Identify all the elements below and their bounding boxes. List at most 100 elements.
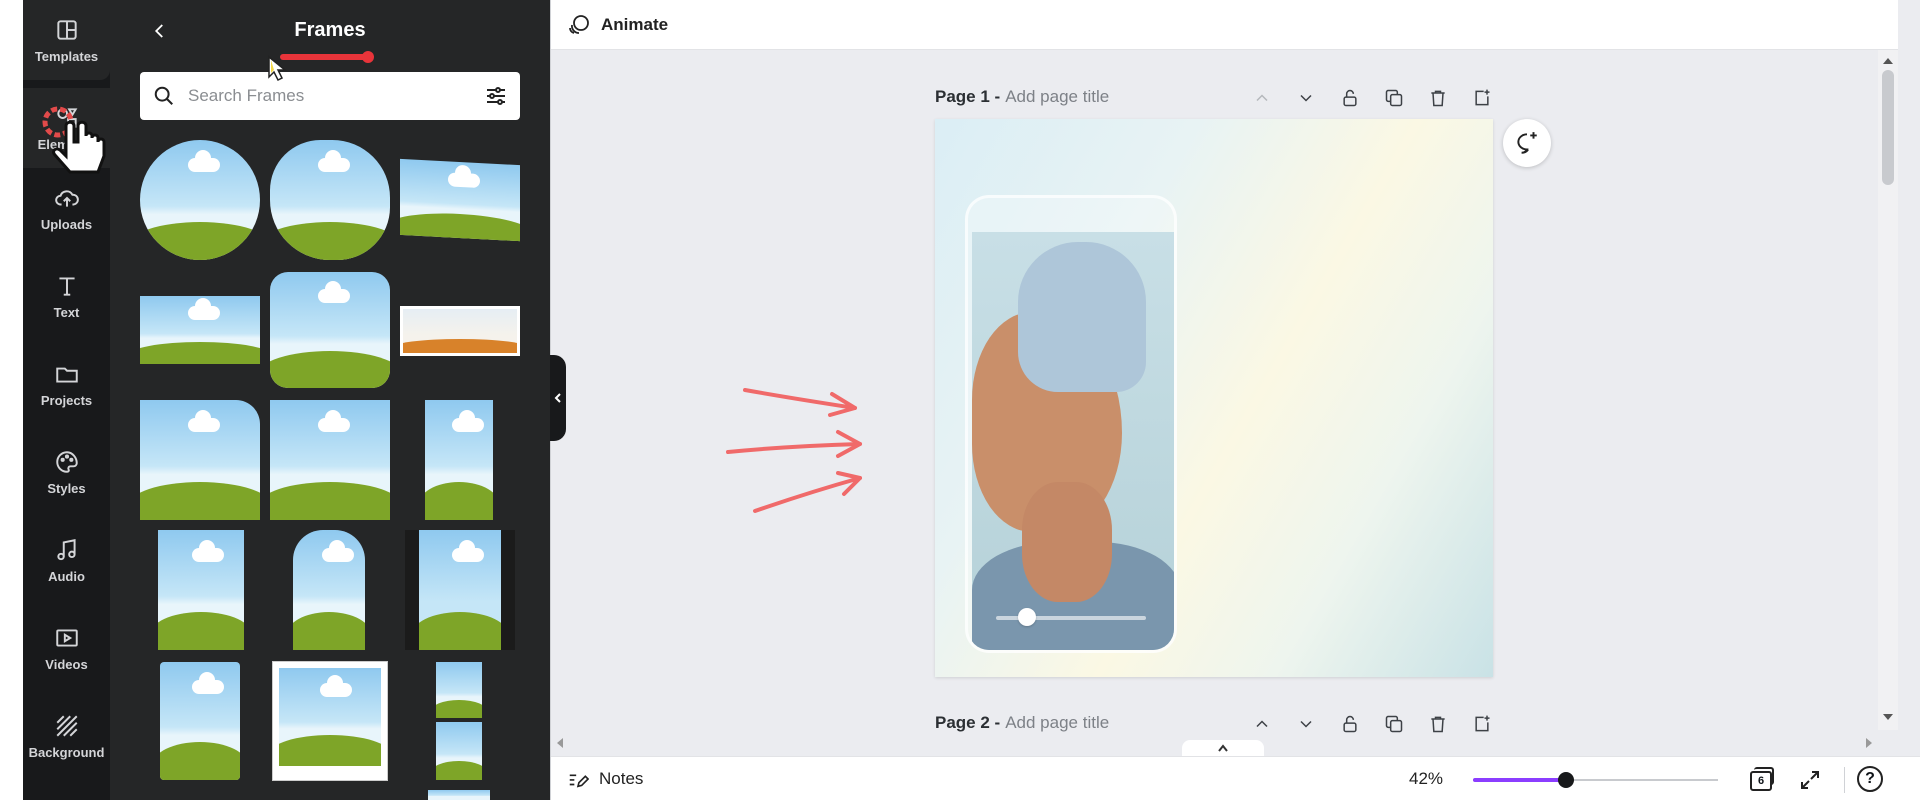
- phone-frame[interactable]: [965, 195, 1177, 653]
- frame-double-landscape[interactable]: [400, 306, 520, 356]
- rail-label: Uploads: [40, 216, 93, 232]
- frame-torn-square[interactable]: [270, 400, 390, 520]
- page-name: Page 2 -: [935, 713, 1001, 732]
- frame-stacked-top[interactable]: [436, 662, 482, 718]
- search-icon: [140, 72, 188, 120]
- rail-item-text[interactable]: Text: [23, 256, 110, 336]
- frame-skewed-rectangle[interactable]: [400, 158, 520, 242]
- background-hatch-icon: [56, 715, 77, 736]
- search-bar: [140, 72, 520, 120]
- music-note-icon: [56, 538, 76, 560]
- scroll-up-arrow[interactable]: [1883, 58, 1893, 64]
- frame-notched-square[interactable]: [140, 400, 260, 520]
- page-count: 6: [1750, 771, 1772, 791]
- add-page-icon: [1475, 89, 1490, 106]
- palette-icon: [55, 450, 78, 473]
- frame-partial[interactable]: [428, 790, 490, 800]
- rail-label: Videos: [45, 656, 88, 672]
- trash-icon: [1431, 716, 1445, 733]
- add-comment-button[interactable]: [1503, 119, 1551, 167]
- chevron-up-icon: [1256, 94, 1268, 102]
- frame-wide-rectangle[interactable]: [140, 296, 260, 364]
- scroll-thumb[interactable]: [1882, 70, 1894, 185]
- left-edge-strip: [0, 0, 23, 800]
- rail-label: Text: [53, 304, 80, 320]
- rail-label: Background: [28, 744, 105, 760]
- zoom-slider-knob[interactable]: [1558, 772, 1575, 788]
- move-page-down-button[interactable]: [1291, 83, 1321, 113]
- chevron-down-icon: [1300, 720, 1312, 728]
- panel-header: Frames: [110, 0, 550, 63]
- frame-torn-portrait[interactable]: [425, 400, 493, 520]
- chevron-up-icon: [1256, 720, 1268, 728]
- lock-page-button[interactable]: [1335, 83, 1365, 113]
- zoom-percentage[interactable]: 42%: [1401, 769, 1451, 789]
- editor-toolbar: Animate: [551, 0, 1898, 50]
- scroll-down-arrow[interactable]: [1883, 714, 1893, 720]
- unlock-icon: [1343, 715, 1357, 733]
- add-page-button[interactable]: [1467, 83, 1497, 113]
- rail-label: Projects: [40, 392, 93, 408]
- frame-film-strip[interactable]: [405, 530, 515, 650]
- portrait-photo: [972, 232, 1174, 650]
- fullscreen-button[interactable]: [1798, 768, 1822, 792]
- move-page-up-button[interactable]: [1247, 83, 1277, 113]
- rail-label: Styles: [47, 480, 86, 496]
- rail-label: Audio: [48, 568, 85, 584]
- rail-item-videos[interactable]: Videos: [23, 608, 110, 688]
- templates-icon: [56, 19, 77, 40]
- frames-panel: Frames: [110, 0, 550, 800]
- frame-tall-portrait[interactable]: [160, 662, 240, 780]
- duplicate-icon: [1385, 715, 1403, 733]
- text-icon: [58, 276, 75, 296]
- folder-icon: [55, 367, 78, 383]
- frame-scalloped-circle[interactable]: [270, 140, 390, 260]
- trash-icon: [1431, 90, 1445, 107]
- vertical-scrollbar[interactable]: [1878, 50, 1898, 730]
- filter-sliders-icon[interactable]: [472, 72, 520, 120]
- scroll-left-arrow[interactable]: [557, 738, 563, 748]
- add-page-icon: [1475, 715, 1490, 732]
- animate-label: Animate: [601, 15, 669, 34]
- mouse-pointer-icon: [268, 55, 288, 82]
- notes-button[interactable]: Notes: [567, 764, 643, 794]
- show-pages-tab[interactable]: [1182, 740, 1264, 756]
- bottom-bar: Notes 42% 6 ?: [551, 756, 1920, 800]
- zoom-slider-fill: [1473, 778, 1567, 782]
- collapse-panel-handle[interactable]: [550, 355, 566, 441]
- page-grid-button[interactable]: 6: [1747, 766, 1775, 792]
- animate-button[interactable]: Animate: [567, 8, 668, 42]
- frame-arch[interactable]: [293, 530, 365, 650]
- frame-rounded-square[interactable]: [270, 272, 390, 388]
- notes-label: Notes: [599, 769, 644, 788]
- frame-polaroid[interactable]: [273, 662, 387, 780]
- help-button[interactable]: ?: [1857, 766, 1883, 792]
- duplicate-page-button[interactable]: [1379, 83, 1409, 113]
- video-progress-knob: [1018, 608, 1036, 626]
- scroll-right-arrow[interactable]: [1866, 738, 1872, 748]
- rail-item-background[interactable]: Background: [23, 696, 110, 776]
- delete-page-button[interactable]: [1423, 83, 1453, 113]
- frame-stacked-bottom[interactable]: [436, 722, 482, 780]
- page-header-1: Page 1 - Add page title: [935, 81, 1495, 113]
- hand-pointer-icon: [42, 106, 106, 174]
- rail-item-styles[interactable]: Styles: [23, 432, 110, 512]
- notes-pencil-icon: [569, 774, 589, 788]
- rail-item-templates[interactable]: Templates: [23, 0, 110, 80]
- animate-icon: [569, 15, 589, 34]
- search-input[interactable]: [188, 73, 472, 119]
- frame-circle[interactable]: [140, 140, 260, 260]
- rail-item-audio[interactable]: Audio: [23, 520, 110, 600]
- design-canvas-page-1[interactable]: [935, 119, 1493, 677]
- comment-add-icon: [1517, 132, 1537, 154]
- rail-item-projects[interactable]: Projects: [23, 344, 110, 424]
- rail-label: Templates: [34, 48, 99, 64]
- duplicate-icon: [1385, 89, 1403, 107]
- chevron-down-icon: [1300, 94, 1312, 102]
- page-title-input[interactable]: Add page title: [1005, 87, 1109, 107]
- toolbar-separator: [1844, 767, 1845, 793]
- frame-portrait-torn-edge[interactable]: [158, 530, 244, 650]
- page-tools: [1247, 83, 1497, 113]
- page-title-input[interactable]: Add page title: [1005, 713, 1109, 733]
- chevron-left-icon: [554, 393, 561, 403]
